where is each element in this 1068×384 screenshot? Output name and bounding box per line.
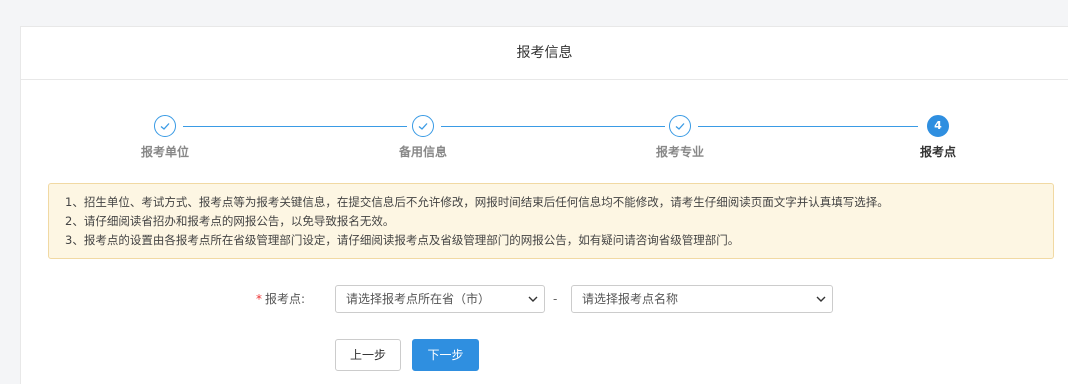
notice-box: 1、招生单位、考试方式、报考点等为报考关键信息，在提交信息后不允许修改，网报时间… [48, 183, 1054, 259]
step-connector [183, 126, 407, 127]
check-icon [418, 123, 428, 130]
page-title: 报考信息 [21, 27, 1068, 80]
province-select[interactable]: 请选择报考点所在省（市） [335, 285, 545, 313]
progress-steps: 报考单位 备用信息 报考专业 4 报考点 [21, 115, 1068, 165]
select-separator: - [553, 292, 558, 306]
step-1-check-icon [154, 115, 176, 137]
check-icon [160, 123, 170, 130]
chevron-down-icon [528, 286, 538, 322]
step-4-number: 4 [927, 115, 949, 137]
chevron-down-icon [816, 286, 826, 322]
registration-card: 报考信息 报考单位 备用信息 报考专业 4 报考点 1、招生单位、考试方式、报考… [20, 26, 1068, 384]
province-select-value: 请选择报考点所在省（市） [346, 292, 491, 306]
step-label-major: 报考专业 [655, 145, 704, 159]
step-label-unit: 报考单位 [140, 145, 189, 159]
step-3-check-icon [669, 115, 691, 137]
next-step-button[interactable]: 下一步 [412, 339, 479, 371]
exam-site-label: * 报考点: [256, 285, 336, 313]
previous-step-button[interactable]: 上一步 [335, 339, 401, 371]
step-label-backup: 备用信息 [398, 145, 447, 159]
site-select[interactable]: 请选择报考点名称 [571, 285, 833, 313]
exam-site-label-text: 报考点: [265, 292, 306, 306]
step-label-site: 报考点 [919, 145, 956, 159]
notice-line: 1、招生单位、考试方式、报考点等为报考关键信息，在提交信息后不允许修改，网报时间… [65, 195, 889, 209]
notice-line: 2、请仔细阅读省招办和报考点的网报公告，以免导致报名无效。 [65, 214, 395, 228]
notice-line: 3、报考点的设置由各报考点所在省级管理部门设定，请仔细阅读报考点及省级管理部门的… [65, 233, 740, 247]
check-icon [675, 123, 685, 130]
site-select-value: 请选择报考点名称 [582, 292, 679, 306]
step-2-check-icon [412, 115, 434, 137]
step-connector [698, 126, 918, 127]
required-mark: * [256, 292, 262, 306]
exam-site-row: * 报考点: 请选择报考点所在省（市） - 请选择报考点名称 [21, 285, 1068, 313]
step-connector [441, 126, 665, 127]
